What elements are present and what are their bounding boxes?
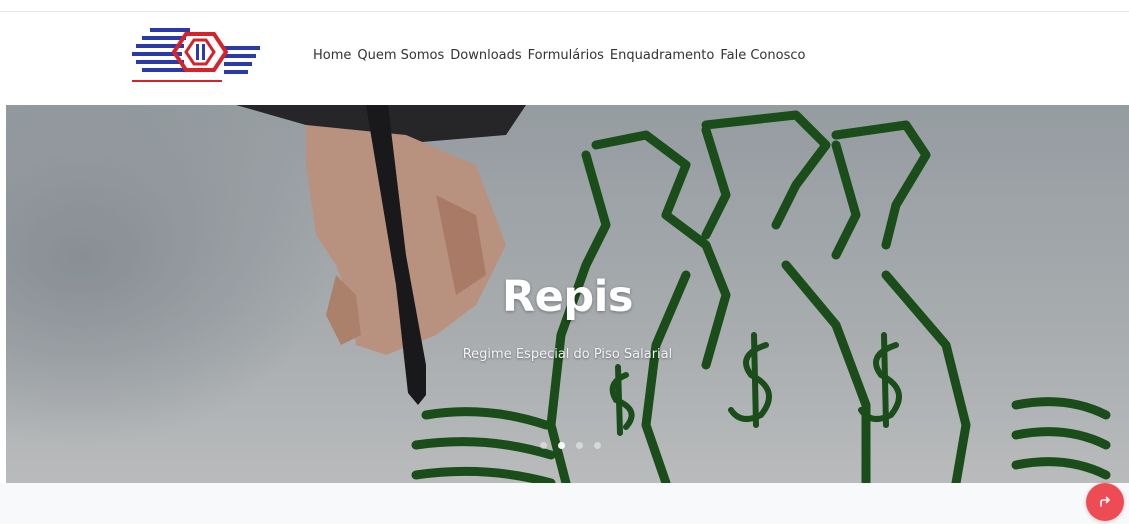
sindiflores-logo-icon (132, 28, 260, 82)
nav-item-formularios[interactable]: Formulários (528, 48, 604, 63)
site-header: Home Quem Somos Downloads Formulários En… (0, 12, 1129, 105)
share-arrow-icon (1100, 496, 1110, 507)
hero-subtitle: Regime Especial do Piso Salarial (462, 347, 673, 362)
slider-pagination (540, 442, 601, 449)
nav-item-enquadramento[interactable]: Enquadramento (610, 48, 714, 63)
content-strip (0, 483, 1129, 524)
hero-title: Repis (502, 272, 633, 322)
main-nav: Home Quem Somos Downloads Formulários En… (313, 48, 805, 63)
nav-item-downloads[interactable]: Downloads (450, 48, 521, 63)
nav-item-quem-somos[interactable]: Quem Somos (357, 48, 444, 63)
hero-slider[interactable]: Repis Regime Especial do Piso Salarial (6, 105, 1129, 483)
slider-dot-2[interactable] (558, 442, 565, 449)
slider-dot-3[interactable] (576, 442, 583, 449)
slider-dot-1[interactable] (540, 442, 547, 449)
nav-item-fale-conosco[interactable]: Fale Conosco (720, 48, 805, 63)
floating-action-button[interactable] (1086, 483, 1124, 521)
site-logo[interactable] (128, 24, 264, 92)
slider-dot-4[interactable] (594, 442, 601, 449)
nav-item-home[interactable]: Home (313, 48, 351, 63)
